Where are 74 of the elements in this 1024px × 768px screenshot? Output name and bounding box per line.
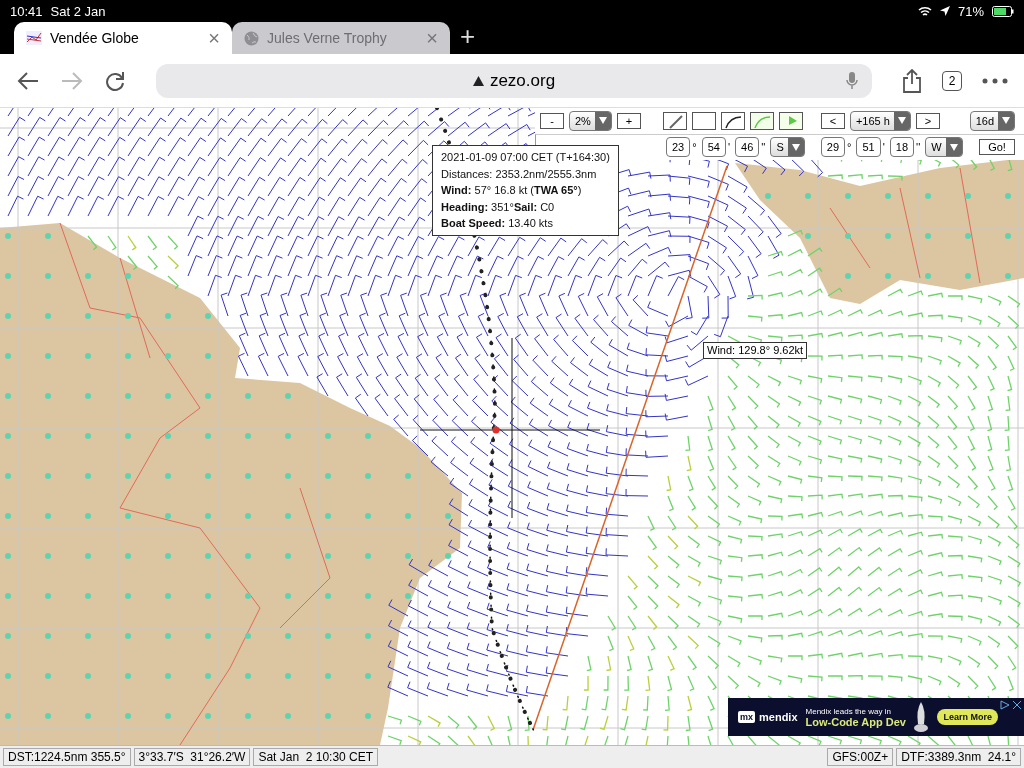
ad-logo: mx [738, 711, 755, 723]
status-cell: GFS:00Z+ [827, 748, 894, 766]
warning-icon [472, 75, 484, 86]
zoom-out-button[interactable]: - [540, 112, 564, 129]
line-tool-icon [668, 114, 683, 129]
ad-headline: Mendix leads the way in [805, 706, 892, 717]
new-tab-button[interactable]: + [460, 21, 476, 52]
seconds-field[interactable]: 18 [889, 137, 915, 158]
address-bar[interactable]: zezo.org [156, 63, 872, 98]
longitude-hemisphere-select[interactable]: W [925, 137, 963, 158]
clock-time: 10:41 [10, 3, 43, 19]
share-icon[interactable] [902, 68, 922, 93]
tooltip-line: 2021-01-09 07:00 CET (T+164:30) [441, 150, 610, 165]
rocket-icon [913, 702, 928, 732]
seconds-field[interactable]: 46 [735, 137, 760, 158]
close-tab-button[interactable]: × [208, 26, 220, 50]
tab-count-button[interactable]: 2 [942, 70, 962, 91]
dropdown-caret-icon [949, 143, 958, 151]
wind-label: Wind: 129.8° 9.62kt [703, 342, 808, 359]
unit-label: '' [761, 141, 766, 154]
location-arrow-icon [939, 6, 950, 16]
map-tool-button[interactable] [662, 111, 687, 130]
status-cell: 3°33.7′S 31°26.2′W [133, 748, 251, 766]
zoom-level-select[interactable]: 2% [569, 110, 612, 131]
ad-brand: mendix [759, 711, 798, 723]
curve-tool-icon [754, 116, 771, 129]
map-tool-button[interactable] [778, 111, 803, 130]
microphone-icon[interactable] [846, 71, 858, 90]
more-icon[interactable] [982, 77, 1008, 84]
ad-close-icon[interactable] [1000, 700, 1022, 710]
time-offset-select[interactable]: +165 h [849, 110, 911, 131]
reload-icon[interactable] [104, 69, 126, 92]
go-button[interactable]: Go! [979, 139, 1015, 156]
next-time-button[interactable]: > [915, 112, 940, 129]
wifi-icon [917, 5, 932, 17]
dropdown-caret-icon [1002, 117, 1010, 125]
unit-label: ' [882, 141, 885, 154]
battery-percent: 71% [957, 3, 984, 19]
dropdown-caret-icon [598, 117, 607, 125]
degrees-field[interactable]: 29 [820, 137, 846, 158]
battery-icon [992, 5, 1014, 17]
dropdown-caret-icon [897, 117, 906, 125]
tooltip-line: Boat Speed: 13.40 kts [441, 216, 554, 231]
status-cell: DTF:3389.3nm 24.1° [896, 748, 1021, 766]
status-date: Sat 2 Jan [50, 3, 106, 19]
learn-more-button[interactable]: Learn More [937, 709, 998, 725]
minutes-field[interactable]: 51 [856, 137, 881, 158]
previous-time-button[interactable]: < [820, 112, 845, 129]
unit-label: ° [847, 141, 852, 154]
status-cell: Sat Jan 2 10:30 CET [253, 748, 379, 766]
unit-label: ° [692, 141, 697, 154]
map-tool-button[interactable] [749, 111, 774, 130]
unit-label: ' [727, 141, 730, 154]
browser-tab[interactable]: Vendée Globe × [14, 22, 232, 54]
curve-tool-icon [725, 116, 742, 129]
minutes-field[interactable]: 54 [701, 137, 726, 158]
map-tool-button[interactable] [691, 111, 716, 130]
tooltip-line: Heading: 351°Sail: C0 [441, 199, 556, 215]
tooltip-line: Distances: 2353.2nm/2555.3nm [441, 166, 598, 182]
ad-subhead: Low-Code App Dev [805, 717, 906, 728]
unit-label: '' [916, 141, 921, 154]
chart-favicon [26, 31, 42, 45]
boat-position-marker [492, 426, 500, 434]
status-cell: DST:1224.5nm 355.5° [3, 748, 131, 766]
latitude-hemisphere-select[interactable]: S [770, 137, 805, 158]
tooltip-line: Wind: 57° 16.8 kt (TWA 65°) [441, 183, 583, 198]
dropdown-caret-icon [791, 143, 800, 151]
degrees-field[interactable]: 23 [666, 137, 691, 158]
forecast-range-select[interactable]: 16d [969, 110, 1015, 131]
map-tool-button[interactable] [720, 111, 745, 130]
globe-icon [244, 30, 259, 46]
back-arrow-icon[interactable] [16, 70, 40, 91]
zoom-in-button[interactable]: + [616, 112, 641, 129]
map-drawing[interactable] [0, 108, 1024, 745]
